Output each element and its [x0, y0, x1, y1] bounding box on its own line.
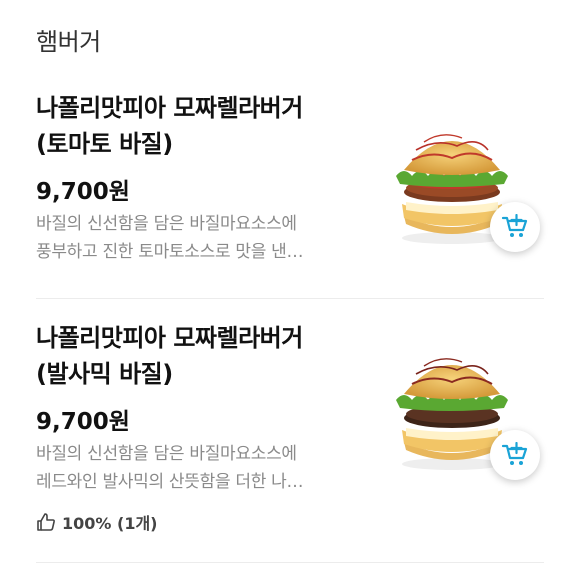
add-to-cart-button[interactable] [490, 430, 540, 480]
menu-item[interactable]: 나폴리맛피아 모짜렐라버거 (토마토 바질) 9,700원 바질의 신선함을 담… [0, 90, 580, 298]
thumbs-up-icon [37, 513, 55, 531]
divider [36, 562, 544, 563]
menu-item-price: 9,700원 [36, 409, 130, 435]
section-title: 햄버거 [36, 28, 101, 56]
menu-item-name-line1: 나폴리맛피아 모짜렐라버거 [36, 324, 303, 352]
menu-item-description-line1: 바질의 신선함을 담은 바질마요소스에 [36, 214, 297, 234]
menu-item-description-line1: 바질의 신선함을 담은 바질마요소스에 [36, 444, 297, 464]
menu-item-name: 나폴리맛피아 모짜렐라버거 (발사믹 바질) [36, 320, 366, 392]
menu-item-name-line2: (발사믹 바질) [36, 360, 173, 388]
menu-item-description: 바질의 신선함을 담은 바질마요소스에 풍부하고 진한 토마토소스로 맛을 낸… [36, 210, 356, 266]
cart-plus-icon [501, 214, 528, 237]
menu-item-name: 나폴리맛피아 모짜렐라버거 (토마토 바질) [36, 90, 366, 162]
cart-plus-icon [501, 442, 528, 465]
menu-item-rating: 100% (1개) [36, 510, 157, 534]
divider [36, 298, 544, 299]
menu-item-price: 9,700원 [36, 179, 130, 205]
rating-text: 100% (1개) [62, 514, 158, 533]
menu-item-name-line1: 나폴리맛피아 모짜렐라버거 [36, 94, 303, 122]
menu-item-description-line2: 레드와인 발사믹의 산뜻함을 더한 나… [36, 472, 304, 492]
menu-item[interactable]: 나폴리맛피아 모짜렐라버거 (발사믹 바질) 9,700원 바질의 신선함을 담… [0, 320, 580, 560]
menu-item-description-line2: 풍부하고 진한 토마토소스로 맛을 낸… [36, 242, 304, 262]
menu-item-name-line2: (토마토 바질) [36, 130, 173, 158]
add-to-cart-button[interactable] [490, 202, 540, 252]
menu-item-description: 바질의 신선함을 담은 바질마요소스에 레드와인 발사믹의 산뜻함을 더한 나… [36, 440, 356, 496]
